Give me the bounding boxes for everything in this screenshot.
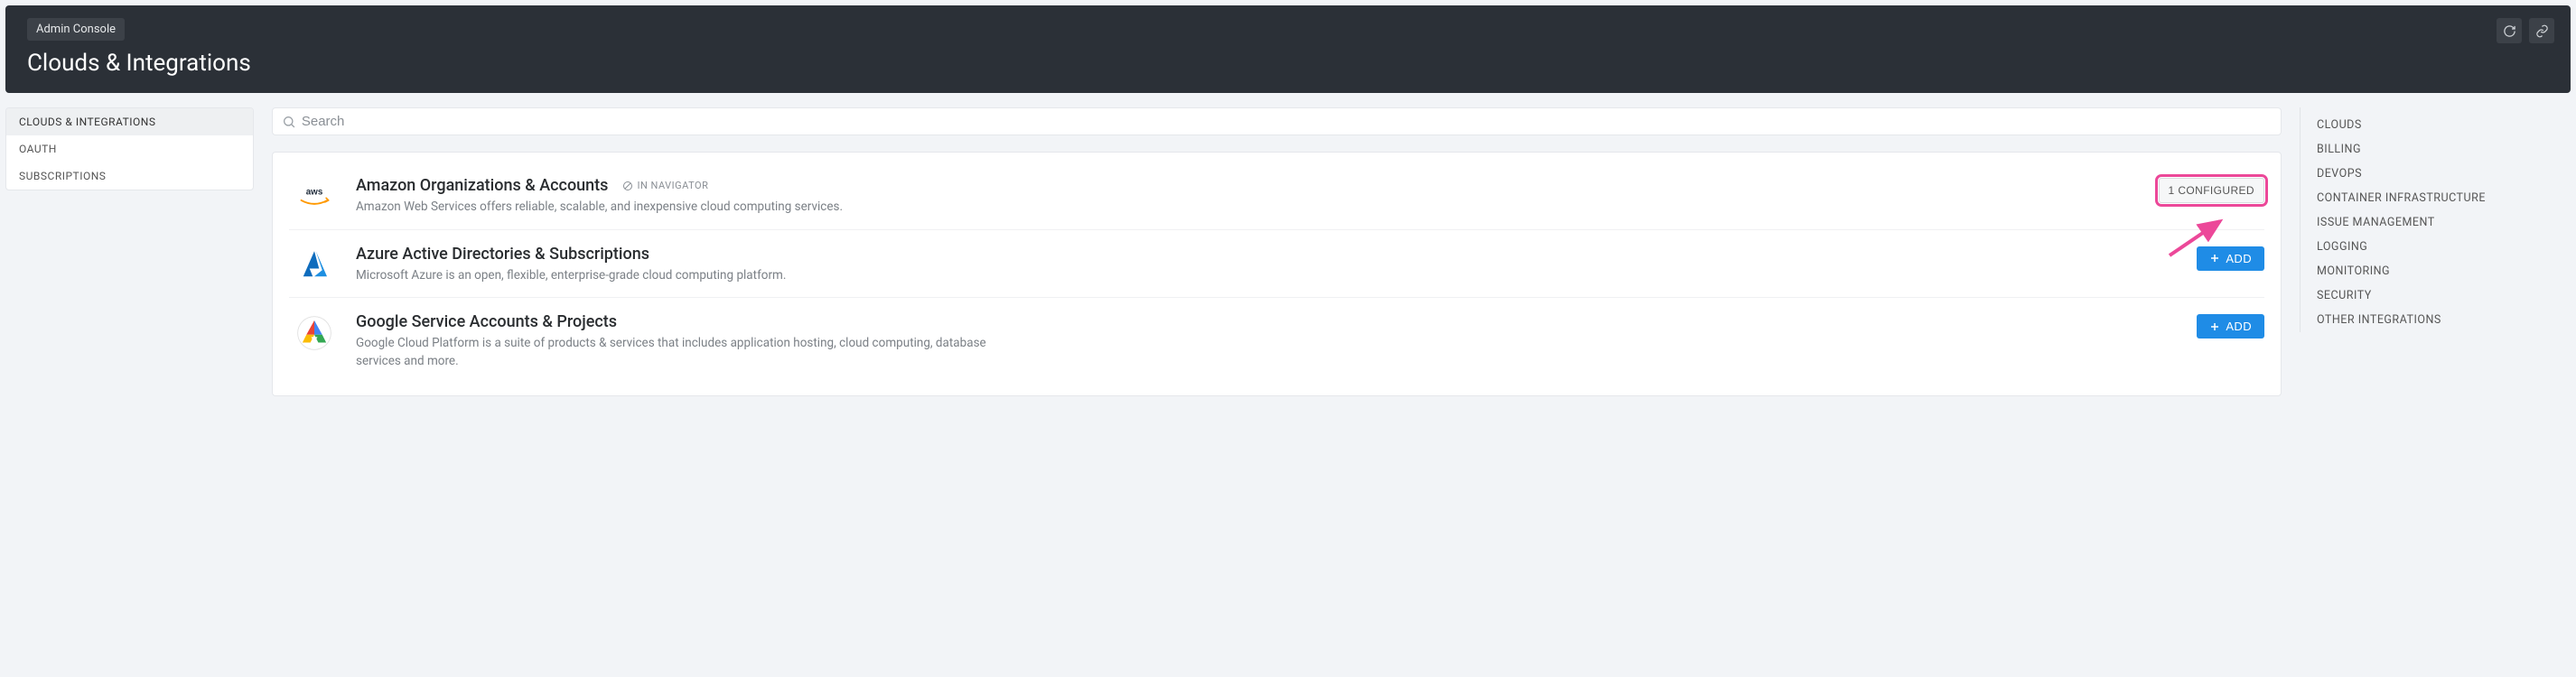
rightnav-security[interactable]: SECURITY — [2317, 283, 2571, 308]
rightnav-billing[interactable]: BILLING — [2317, 137, 2571, 162]
left-sidebar: CLOUDS & INTEGRATIONS OAUTH SUBSCRIPTION… — [5, 107, 254, 190]
refresh-button[interactable] — [2497, 18, 2522, 43]
gcp-logo — [289, 312, 340, 352]
sidebar-item-oauth[interactable]: OAUTH — [6, 135, 253, 162]
svg-text:aws: aws — [306, 187, 323, 197]
slash-circle-icon — [622, 181, 633, 191]
integration-row-gcp: Google Service Accounts & Projects Googl… — [289, 297, 2264, 383]
link-icon — [2535, 24, 2549, 38]
rightnav-other-integrations[interactable]: OTHER INTEGRATIONS — [2317, 308, 2571, 332]
search-icon — [282, 115, 296, 129]
integration-desc: Amazon Web Services offers reliable, sca… — [356, 199, 1006, 217]
aws-icon: aws — [295, 178, 333, 216]
link-button[interactable] — [2529, 18, 2554, 43]
azure-logo — [289, 245, 340, 284]
plus-icon — [2209, 253, 2220, 264]
integration-row-azure: Azure Active Directories & Subscriptions… — [289, 229, 2264, 298]
page-title: Clouds & Integrations — [27, 50, 2549, 77]
page-header: Admin Console Clouds & Integrations — [5, 5, 2571, 93]
rightnav-clouds[interactable]: CLOUDS — [2317, 113, 2571, 137]
gcp-icon — [295, 314, 333, 352]
rightnav-devops[interactable]: DEVOPS — [2317, 162, 2571, 186]
configured-button[interactable]: 1 CONFIGURED — [2159, 178, 2264, 203]
add-button[interactable]: ADD — [2197, 246, 2264, 271]
azure-icon — [295, 246, 333, 284]
rightnav-monitoring[interactable]: MONITORING — [2317, 259, 2571, 283]
integration-title: Azure Active Directories & Subscriptions — [356, 245, 649, 264]
integration-desc: Google Cloud Platform is a suite of prod… — [356, 335, 1006, 370]
main-content: aws Amazon Organizations & Accounts IN N… — [272, 107, 2282, 396]
in-navigator-chip: IN NAVIGATOR — [622, 180, 708, 191]
status-text: IN NAVIGATOR — [637, 180, 708, 191]
sidebar-item-clouds-integrations[interactable]: CLOUDS & INTEGRATIONS — [6, 108, 253, 135]
integration-desc: Microsoft Azure is an open, flexible, en… — [356, 267, 1006, 285]
integrations-list: aws Amazon Organizations & Accounts IN N… — [272, 152, 2282, 396]
add-label: ADD — [2226, 252, 2252, 265]
add-label: ADD — [2226, 320, 2252, 333]
aws-logo: aws — [289, 176, 340, 216]
integration-title: Amazon Organizations & Accounts — [356, 176, 608, 195]
rightnav-container-infrastructure[interactable]: CONTAINER INFRASTRUCTURE — [2317, 186, 2571, 210]
search-box[interactable] — [272, 107, 2282, 135]
plus-icon — [2209, 321, 2220, 332]
breadcrumb[interactable]: Admin Console — [27, 18, 125, 41]
header-actions — [2497, 18, 2554, 43]
rightnav-issue-management[interactable]: ISSUE MANAGEMENT — [2317, 210, 2571, 235]
add-button[interactable]: ADD — [2197, 314, 2264, 338]
rightnav-logging[interactable]: LOGGING — [2317, 235, 2571, 259]
right-category-nav: CLOUDS BILLING DEVOPS CONTAINER INFRASTR… — [2300, 107, 2571, 332]
search-input[interactable] — [302, 114, 2272, 129]
integration-title: Google Service Accounts & Projects — [356, 312, 617, 331]
integration-row-aws: aws Amazon Organizations & Accounts IN N… — [289, 162, 2264, 229]
refresh-icon — [2503, 24, 2516, 38]
sidebar-item-subscriptions[interactable]: SUBSCRIPTIONS — [6, 162, 253, 190]
